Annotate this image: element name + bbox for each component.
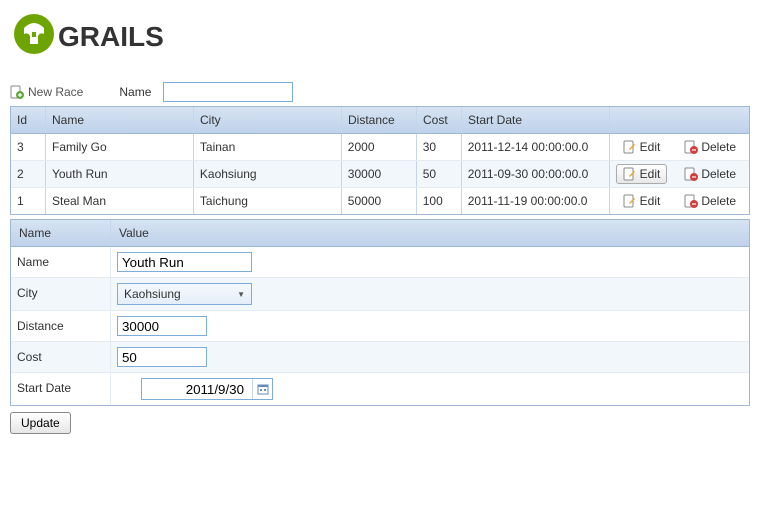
form-label-cost: Cost [11,342,111,372]
form-label-startdate: Start Date [11,373,111,405]
table-row: 2 Youth Run Kaohsiung 30000 50 2011-09-3… [11,161,749,188]
edit-label: Edit [640,167,661,181]
new-race-button[interactable]: New Race [10,85,83,99]
cell-name: Steal Man [46,188,194,214]
edit-label: Edit [640,140,661,154]
cell-distance: 2000 [342,134,417,160]
edit-button[interactable]: Edit [616,137,668,157]
edit-button[interactable]: Edit [616,164,668,184]
new-race-label: New Race [28,85,83,99]
form-row-distance: Distance [11,311,749,342]
name-filter-input[interactable] [163,82,293,102]
city-select-value: Kaohsiung [124,287,181,301]
cell-distance: 30000 [342,161,417,187]
cell-id: 3 [11,134,46,160]
col-header-distance[interactable]: Distance [342,107,417,133]
cell-actions: Edit Delete [610,161,749,187]
startdate-input[interactable] [142,380,252,399]
delete-button[interactable]: Delete [677,137,743,157]
col-header-name[interactable]: Name [46,107,194,133]
svg-text:GRAILS: GRAILS [58,21,164,52]
form-header-name: Name [11,220,111,246]
edit-label: Edit [640,194,661,208]
cell-city: Kaohsiung [194,161,342,187]
delete-label: Delete [701,194,736,208]
cell-city: Taichung [194,188,342,214]
form-header-value: Value [111,220,749,246]
delete-label: Delete [701,140,736,154]
city-select[interactable]: Kaohsiung ▼ [117,283,252,305]
name-field[interactable] [117,252,252,272]
delete-button[interactable]: Delete [677,164,743,184]
table-row: 3 Family Go Tainan 2000 30 2011-12-14 00… [11,134,749,161]
table-row: 1 Steal Man Taichung 50000 100 2011-11-1… [11,188,749,214]
cost-field[interactable] [117,347,207,367]
cell-cost: 30 [417,134,462,160]
form-row-startdate: Start Date [11,373,749,405]
logo: GRAILS [10,10,750,58]
col-header-id[interactable]: Id [11,107,46,133]
cell-startdate: 2011-12-14 00:00:00.0 [462,134,610,160]
cell-startdate: 2011-11-19 00:00:00.0 [462,188,610,214]
update-button[interactable]: Update [10,412,71,434]
delete-label: Delete [701,167,736,181]
col-header-city[interactable]: City [194,107,342,133]
toolbar: New Race Name [10,82,750,102]
cell-cost: 50 [417,161,462,187]
race-grid: Id Name City Distance Cost Start Date 3 … [10,106,750,215]
page-delete-icon [684,167,698,181]
calendar-icon[interactable] [252,379,272,399]
distance-field[interactable] [117,316,207,336]
form-header: Name Value [11,220,749,247]
col-header-cost[interactable]: Cost [417,107,462,133]
cell-name: Youth Run [46,161,194,187]
col-header-startdate[interactable]: Start Date [462,107,610,133]
pencil-icon [623,140,637,154]
detail-form: Name Value Name City Kaohsiung ▼ Distanc… [10,219,750,406]
cell-id: 2 [11,161,46,187]
page-delete-icon [684,194,698,208]
pencil-icon [623,194,637,208]
cell-distance: 50000 [342,188,417,214]
page-delete-icon [684,140,698,154]
cell-actions: Edit Delete [610,188,749,214]
grid-header: Id Name City Distance Cost Start Date [11,107,749,134]
edit-button[interactable]: Edit [616,191,668,211]
form-row-name: Name [11,247,749,278]
cell-actions: Edit Delete [610,134,749,160]
delete-button[interactable]: Delete [677,191,743,211]
col-header-actions [610,107,749,133]
form-row-city: City Kaohsiung ▼ [11,278,749,311]
form-row-cost: Cost [11,342,749,373]
cell-startdate: 2011-09-30 00:00:00.0 [462,161,610,187]
cell-name: Family Go [46,134,194,160]
form-label-city: City [11,278,111,310]
startdate-field[interactable] [141,378,273,400]
pencil-icon [623,167,637,181]
cell-city: Tainan [194,134,342,160]
name-filter-label: Name [119,85,151,99]
form-label-distance: Distance [11,311,111,341]
chevron-down-icon: ▼ [237,290,245,299]
form-label-name: Name [11,247,111,277]
cell-cost: 100 [417,188,462,214]
page-add-icon [10,85,24,99]
cell-id: 1 [11,188,46,214]
